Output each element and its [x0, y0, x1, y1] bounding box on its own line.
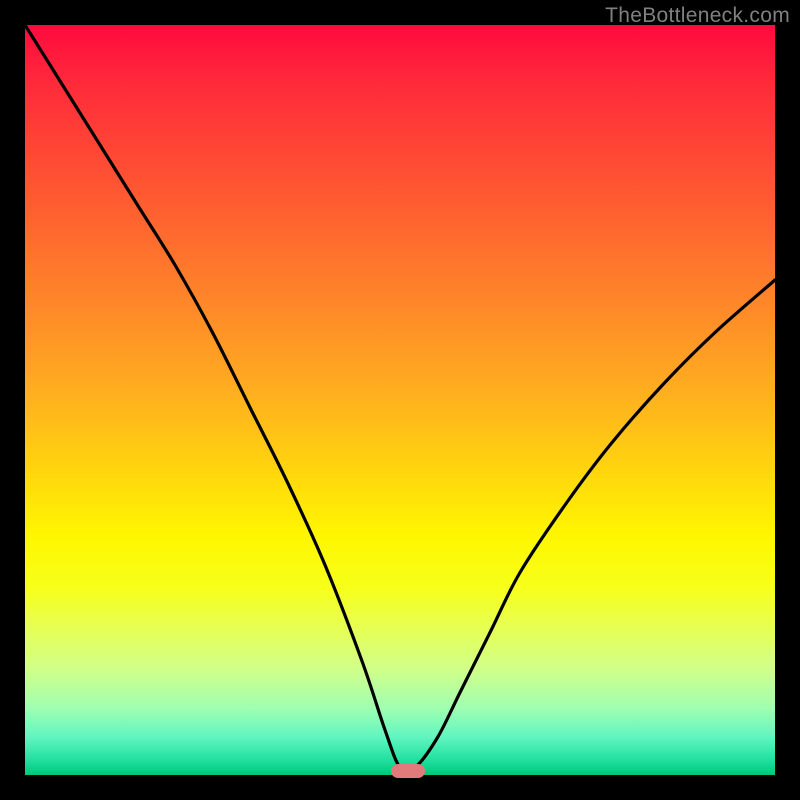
plot-area	[25, 25, 775, 775]
curve-svg	[25, 25, 775, 775]
watermark-text: TheBottleneck.com	[605, 4, 790, 28]
min-marker	[391, 764, 425, 778]
chart-frame: TheBottleneck.com	[0, 0, 800, 800]
bottleneck-curve-path	[25, 25, 775, 772]
